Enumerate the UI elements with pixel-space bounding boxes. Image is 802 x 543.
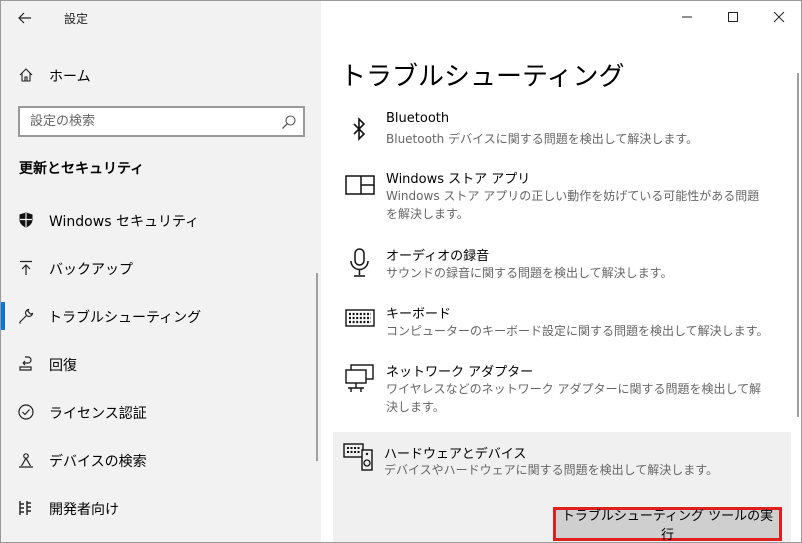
sidebar-item-troubleshooting[interactable]: トラブルシューティング [1, 298, 321, 334]
developer-icon [19, 501, 31, 515]
main-content: トラブルシューティング Bluetooth Bluetooth デバイスに関する… [321, 1, 801, 542]
sidebar-item-label: 開発者向け [49, 502, 119, 518]
troubleshooter-description: デバイスやハードウェアに関する問題を検出して解決します。 [384, 463, 719, 477]
home-link[interactable]: ホーム [1, 61, 321, 89]
sidebar-item-backup[interactable]: バックアップ [1, 250, 321, 286]
minimize-icon [682, 16, 692, 18]
troubleshooter-title: ハードウェアとデバイス [384, 447, 527, 462]
troubleshooter-title: キーボード [386, 307, 452, 322]
troubleshooter-audio-recording[interactable]: オーディオの録音 サウンドの録音に関する問題を検出して解決します。 [333, 245, 791, 289]
close-button[interactable] [756, 1, 801, 33]
keyboard-icon [345, 309, 375, 327]
troubleshooter-description: ワイヤレスなどのネットワーク アダプターに関する問題を検出して解決します。 [386, 382, 762, 414]
run-troubleshooter-button[interactable]: トラブルシューティング ツールの実行 [553, 507, 782, 542]
sidebar-item-label: バックアップ [49, 262, 133, 278]
troubleshooter-network-adapter[interactable]: ネットワーク アダプター ワイヤレスなどのネットワーク アダプターに関する問題を… [333, 361, 791, 419]
app-title: 設定 [64, 12, 89, 26]
sidebar-item-activation[interactable]: ライセンス認証 [1, 394, 321, 430]
troubleshooter-title: ネットワーク アダプター [386, 365, 534, 380]
search-input[interactable] [20, 108, 270, 135]
minimize-button[interactable] [664, 1, 710, 33]
troubleshooter-title: Windows ストア アプリ [386, 172, 531, 187]
wrench-icon [19, 308, 34, 324]
selection-indicator [1, 302, 5, 330]
backup-icon [20, 260, 32, 275]
sidebar-item-developer[interactable]: 開発者向け [1, 490, 321, 526]
sidebar-item-label: トラブルシューティング [48, 310, 202, 326]
troubleshooter-description: コンピューターのキーボード設定に関する問題を検出して解決します。 [386, 324, 769, 338]
back-button[interactable] [9, 5, 41, 31]
sidebar-item-label: 回復 [49, 358, 77, 374]
shield-icon [19, 212, 33, 228]
sidebar-item-label: ライセンス認証 [49, 406, 147, 422]
check-circle-icon [18, 404, 34, 420]
settings-window: 設定 ホーム 更新とセキュリティ Windows セキュリティ [0, 0, 802, 543]
troubleshooter-title: Bluetooth [386, 111, 450, 126]
hardware-icon [343, 443, 373, 471]
search-icon[interactable] [281, 114, 297, 130]
sidebar: 設定 ホーム 更新とセキュリティ Windows セキュリティ [1, 1, 321, 542]
close-icon [773, 11, 785, 23]
maximize-icon [728, 12, 738, 22]
title-bar: 設定 [1, 1, 321, 35]
sidebar-item-recovery[interactable]: 回復 [1, 346, 321, 382]
main-scrollbar[interactable] [797, 73, 799, 417]
maximize-button[interactable] [710, 1, 756, 33]
section-title: 更新とセキュリティ [19, 161, 145, 177]
network-adapter-icon [345, 364, 374, 392]
bluetooth-icon [353, 117, 366, 141]
settings-search[interactable] [18, 106, 305, 137]
page-title: トラブルシューティング [340, 62, 625, 92]
sidebar-item-windows-security[interactable]: Windows セキュリティ [1, 202, 321, 238]
troubleshooter-bluetooth[interactable]: Bluetooth Bluetooth デバイスに関する問題を検出して解決します… [333, 111, 791, 155]
microphone-icon [350, 248, 369, 277]
troubleshooter-title: オーディオの録音 [386, 249, 490, 264]
troubleshooter-keyboard[interactable]: キーボード コンピューターのキーボード設定に関する問題を検出して解決します。 [333, 303, 791, 347]
sidebar-item-label: Windows セキュリティ [49, 214, 200, 230]
home-label: ホーム [49, 69, 91, 85]
sidebar-item-find-device[interactable]: デバイスの検索 [1, 442, 321, 478]
troubleshooter-description: サウンドの録音に関する問題を検出して解決します。 [386, 266, 673, 280]
store-app-icon [345, 175, 375, 195]
troubleshooter-description: Windows ストア アプリの正しい動作を妨げている可能性がある問題を解決しま… [386, 189, 760, 221]
find-device-icon [19, 453, 33, 468]
troubleshooter-description: Bluetooth デバイスに関する問題を検出して解決します。 [386, 132, 699, 146]
troubleshooter-windows-store[interactable]: Windows ストア アプリ Windows ストア アプリの正しい動作を妨げ… [333, 168, 791, 226]
sidebar-item-label: デバイスの検索 [49, 454, 147, 470]
recovery-icon [19, 356, 32, 371]
sidebar-scrollbar[interactable] [316, 273, 318, 461]
back-arrow-icon [18, 12, 31, 24]
home-icon [19, 68, 33, 82]
